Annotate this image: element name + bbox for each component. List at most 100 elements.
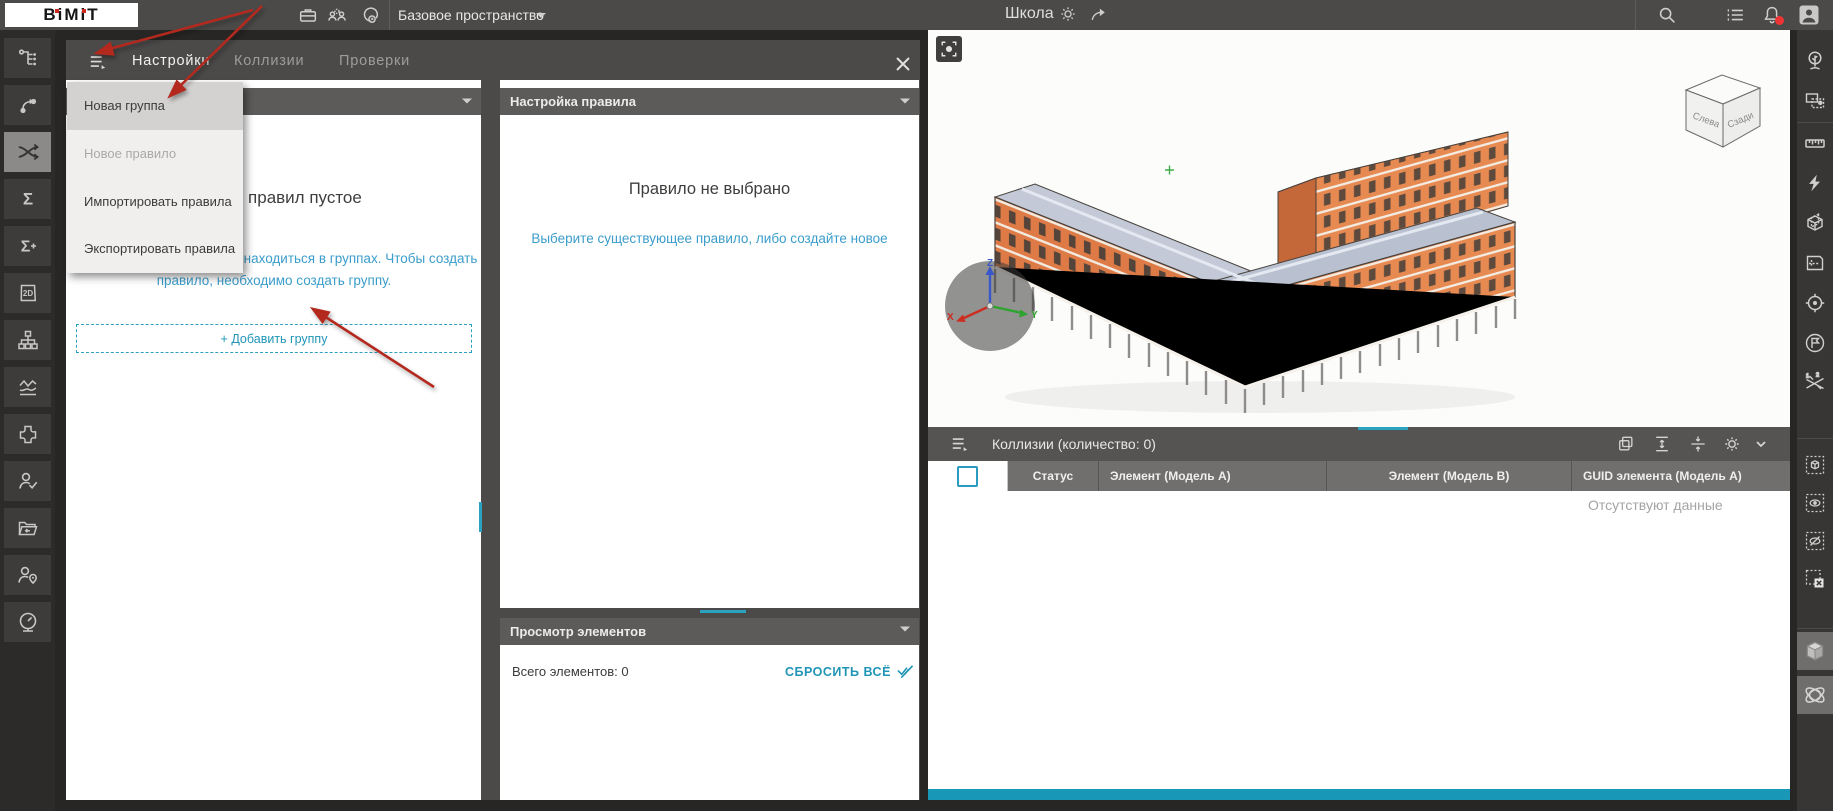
axis-y-label: Y [1031,310,1038,321]
tab-collisions[interactable]: Коллизии [234,53,304,69]
ruler-button[interactable] [1800,128,1830,158]
search-icon[interactable] [1656,4,1678,26]
user-check-button[interactable] [4,461,51,501]
chevron-down-icon[interactable] [899,624,911,634]
column-element-b[interactable]: Элемент (Модель B) [1327,461,1572,491]
column-element-a[interactable]: Элемент (Модель A) [1099,461,1327,491]
branch-button[interactable] [4,85,51,125]
flag-button[interactable] [1800,328,1830,358]
collisions-shuffle-button[interactable] [4,132,51,172]
menu-item-export-rules[interactable]: Экспортировать правила [67,225,243,273]
puzzle-button[interactable] [4,414,51,454]
select-objects-button[interactable] [1800,86,1830,116]
tree-plant-button[interactable] [1800,46,1830,76]
building-model[interactable] [960,92,1560,422]
collision-lines-button[interactable]: 12 [1800,368,1830,398]
svg-text:Σ: Σ [22,190,32,209]
drawing-sheet-button[interactable] [1800,248,1830,278]
team-icon[interactable] [326,4,348,26]
splitter-handle[interactable] [479,502,482,532]
clock-badge-icon[interactable] [356,4,378,26]
workspace-selector[interactable]: Базовое пространство [398,7,544,23]
panel-menu-icon[interactable] [88,53,108,71]
splitter-handle[interactable] [1358,427,1408,430]
left-toolbar: Σ Σ 2D ? [0,30,55,811]
chevron-down-icon[interactable] [899,96,911,106]
elements-view-title: Просмотр элементов [510,624,647,639]
orbit-button[interactable] [1797,676,1833,714]
hide-eye-button[interactable] [1800,526,1830,556]
divider [389,0,390,30]
axis-z-label: Z [987,258,993,269]
svg-text:2: 2 [1816,373,1819,379]
fit-height-icon[interactable] [1652,434,1672,454]
notification-dot [1775,16,1784,25]
bimit-logo[interactable]: BiMiT [5,3,138,27]
rule-empty-hint: Выберите существующее правило, либо созд… [531,231,888,246]
sheet-2d-button[interactable]: 2D [4,273,51,313]
select-all-cell [928,461,1008,491]
tab-settings[interactable]: Настройки [132,53,210,69]
clear-box-button[interactable] [1800,564,1830,594]
ghost-cube-button[interactable] [1800,450,1830,480]
menu-item-import-rules[interactable]: Импортировать правила [67,177,243,225]
divider [1635,0,1636,30]
solid-cube-button[interactable] [1797,632,1833,670]
bimit-app: BiMiT Базовое пространство Школа Σ Σ 2D … [0,0,1833,811]
axis-gizmo[interactable]: Z X Y [938,254,1042,358]
menu-item-new-group[interactable]: Новая группа [67,82,243,130]
collisions-menu-icon[interactable] [950,435,970,453]
focus-region-icon[interactable] [936,36,962,62]
add-group-button[interactable]: + Добавить группу [76,324,472,353]
show-eye-button[interactable] [1800,488,1830,518]
column-status[interactable]: Статус [1008,461,1099,491]
splitter-handle[interactable] [700,610,746,613]
copy-icon[interactable] [1616,434,1636,454]
account-icon[interactable] [1797,3,1821,27]
column-guid-a[interactable]: GUID элемента (Модель A) [1572,461,1790,491]
sigma-plus-button[interactable]: Σ [4,226,51,266]
elements-view-header[interactable]: Просмотр элементов [500,618,919,645]
rules-context-menu: Новая группа Новое правило Импортировать… [67,82,243,273]
project-settings-gear-icon[interactable] [1058,4,1078,24]
reset-all-label: СБРОСИТЬ ВСЁ [785,664,891,679]
share-icon[interactable] [1089,4,1109,24]
org-chart-button[interactable] [4,320,51,360]
tree-structure-button[interactable] [4,38,51,78]
briefcase-icon[interactable] [297,4,319,26]
top-bar: BiMiT Базовое пространство Школа [0,0,1833,30]
list-icon[interactable] [1724,4,1746,26]
rule-empty-title: Правило не выбрано [628,180,791,198]
user-pin-button[interactable] [4,555,51,595]
rule-settings-card: Настройка правила Правило не выбрано Выб… [500,80,919,608]
gear-icon[interactable] [1722,434,1742,454]
total-elements-label: Всего элементов: 0 [512,664,629,679]
graph-lines-button[interactable] [4,367,51,407]
sigma-button[interactable]: Σ [4,179,51,219]
gauge-button[interactable] [4,602,51,642]
svg-text:1: 1 [1806,374,1809,380]
chevron-down-icon[interactable] [536,13,546,18]
reset-all-button[interactable]: СБРОСИТЬ ВСЁ [785,663,915,680]
viewport-3d[interactable]: Слева Сзади Z X Y Коллизии (количество: … [928,30,1790,800]
project-title: Школа [1005,5,1054,22]
logo-dot [55,9,59,13]
rule-settings-header[interactable]: Настройка правила [500,88,919,115]
chevron-down-icon[interactable] [461,96,473,106]
close-icon[interactable] [894,55,912,73]
folder-export-button[interactable] [4,508,51,548]
collapse-center-icon[interactable] [1688,434,1708,454]
navigation-cube[interactable]: Слева Сзади [1672,66,1772,150]
elements-view-card: Просмотр элементов Всего элементов: 0 СБ… [500,618,919,800]
chevron-down-icon[interactable] [1754,437,1768,451]
section-cube-button[interactable] [1800,208,1830,238]
bell-icon[interactable] [1761,4,1784,26]
tab-checks[interactable]: Проверки [339,53,410,69]
target-button[interactable] [1800,288,1830,318]
svg-text:Σ: Σ [20,239,30,256]
flash-button[interactable] [1800,168,1830,198]
clear-filter-icon [897,665,914,679]
collisions-table-header: Статус Элемент (Модель A) Элемент (Модел… [928,461,1790,491]
select-all-checkbox[interactable] [957,465,978,487]
viewport-bottom-bar [928,789,1790,800]
